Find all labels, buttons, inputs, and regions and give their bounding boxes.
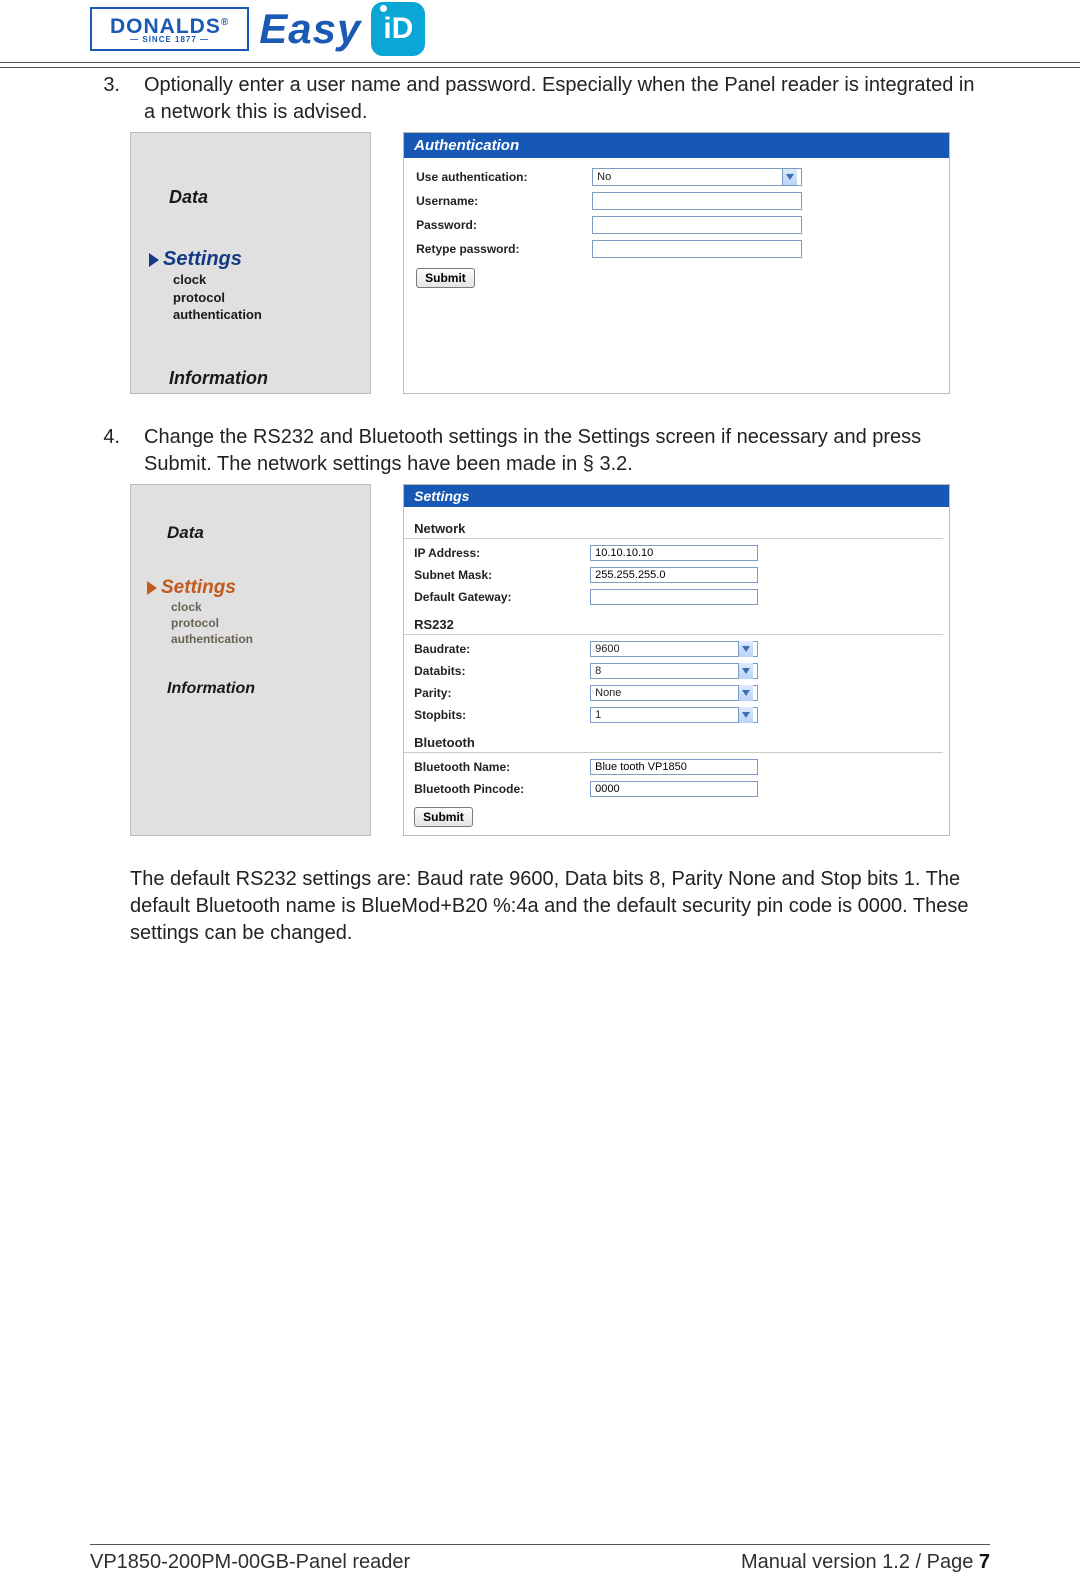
select-use-auth[interactable]: No	[592, 168, 802, 186]
ip-field[interactable]	[590, 545, 758, 561]
chevron-down-icon	[782, 169, 797, 185]
label-username: Username:	[406, 194, 592, 208]
sidebar-item-data[interactable]: Data	[169, 187, 370, 208]
sidebar-item-settings[interactable]: Settings	[149, 248, 370, 271]
sidebar-sub-authentication[interactable]: authentication	[173, 306, 370, 324]
footer-right: Manual version 1.2 / Page 7	[741, 1551, 990, 1574]
submit-button[interactable]: Submit	[414, 807, 473, 827]
chevron-down-icon	[738, 685, 753, 701]
bt-pin-field[interactable]	[590, 781, 758, 797]
sidebar-item-information[interactable]: Information	[167, 680, 370, 698]
sidebar-sub-protocol[interactable]: protocol	[173, 289, 370, 307]
chevron-down-icon	[738, 641, 753, 657]
label-parity: Parity:	[404, 686, 590, 700]
panel-title: Authentication	[404, 133, 949, 158]
page-footer: VP1850-200PM-00GB-Panel reader Manual ve…	[0, 1544, 1080, 1574]
step-4: 4. Change the RS232 and Bluetooth settin…	[90, 424, 990, 478]
sidebar-sub-authentication[interactable]: authentication	[171, 631, 370, 647]
logo-id-icon: iD	[371, 2, 425, 56]
label-subnet: Subnet Mask:	[404, 568, 590, 582]
baud-select[interactable]: 9600	[590, 641, 758, 657]
label-use-auth: Use authentication:	[406, 170, 592, 184]
sidebar-sub-clock[interactable]: clock	[173, 271, 370, 289]
page-number: 7	[979, 1551, 990, 1573]
authentication-panel: Authentication Use authentication: No Us…	[403, 132, 950, 394]
sidebar-item-data[interactable]: Data	[167, 523, 370, 543]
page-content: 3. Optionally enter a user name and pass…	[0, 68, 1080, 947]
logo-donalds: DONALDS® — SINCE 1877 —	[90, 7, 249, 51]
stopbits-select[interactable]: 1	[590, 707, 758, 723]
label-bt-pin: Bluetooth Pincode:	[404, 782, 590, 796]
page-header: DONALDS® — SINCE 1877 — Easy iD	[0, 0, 1080, 56]
step-3-number: 3.	[90, 72, 120, 126]
closing-paragraph: The default RS232 settings are: Baud rat…	[130, 866, 990, 947]
label-bt-name: Bluetooth Name:	[404, 760, 590, 774]
chevron-right-icon	[149, 253, 159, 267]
label-databits: Databits:	[404, 664, 590, 678]
username-field[interactable]	[592, 192, 802, 210]
label-baud: Baudrate:	[404, 642, 590, 656]
label-password: Password:	[406, 218, 592, 232]
bt-name-field[interactable]	[590, 759, 758, 775]
gateway-field[interactable]	[590, 589, 758, 605]
sidebar-sub-clock[interactable]: clock	[171, 599, 370, 615]
section-network: Network	[404, 515, 943, 539]
label-stopbits: Stopbits:	[404, 708, 590, 722]
sidebar-screenshot-1: Data Settings clock protocol authenticat…	[130, 132, 371, 394]
label-ip: IP Address:	[404, 546, 590, 560]
label-gateway: Default Gateway:	[404, 590, 590, 604]
step-4-number: 4.	[90, 424, 120, 478]
section-bluetooth: Bluetooth	[404, 729, 943, 753]
password-field[interactable]	[592, 216, 802, 234]
databits-select[interactable]: 8	[590, 663, 758, 679]
chevron-down-icon	[738, 663, 753, 679]
sidebar-item-information[interactable]: Information	[169, 368, 370, 389]
subnet-field[interactable]	[590, 567, 758, 583]
step-4-text: Change the RS232 and Bluetooth settings …	[144, 424, 990, 478]
parity-select[interactable]: None	[590, 685, 758, 701]
step-3: 3. Optionally enter a user name and pass…	[90, 72, 990, 126]
settings-panel: Settings Network IP Address: Subnet Mask…	[403, 484, 950, 836]
retype-password-field[interactable]	[592, 240, 802, 258]
submit-button[interactable]: Submit	[416, 268, 475, 288]
step-3-text: Optionally enter a user name and passwor…	[144, 72, 990, 126]
sidebar-screenshot-2: Data Settings clock protocol authenticat…	[130, 484, 371, 836]
sidebar-item-settings[interactable]: Settings	[147, 577, 370, 599]
section-rs232: RS232	[404, 611, 943, 635]
screenshot-row-2: Data Settings clock protocol authenticat…	[130, 484, 950, 836]
logo: DONALDS® — SINCE 1877 — Easy iD	[90, 2, 1080, 56]
panel-title: Settings	[404, 485, 949, 507]
header-rule-1	[0, 62, 1080, 63]
chevron-right-icon	[147, 581, 157, 595]
logo-easy: Easy	[259, 5, 361, 53]
sidebar-sub-protocol[interactable]: protocol	[171, 615, 370, 631]
footer-rule	[90, 1544, 990, 1545]
screenshot-row-1: Data Settings clock protocol authenticat…	[130, 132, 950, 394]
chevron-down-icon	[738, 707, 753, 723]
label-retype-password: Retype password:	[406, 242, 592, 256]
footer-left: VP1850-200PM-00GB-Panel reader	[90, 1551, 410, 1574]
